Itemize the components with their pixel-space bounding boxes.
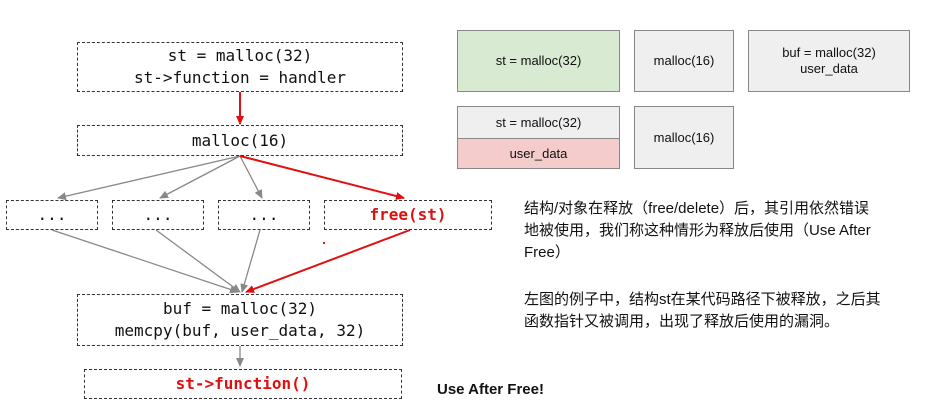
arrow-branch-1-to-box4 bbox=[51, 229, 239, 294]
diagram-canvas: st = malloc(32) st->function = handler m… bbox=[0, 0, 925, 412]
explanation-paragraph-1: 结构/对象在释放（free/delete）后，其引用依然错误地被使用，我们称这种… bbox=[524, 200, 871, 261]
footer-title: Use After Free! bbox=[437, 381, 544, 398]
arrow-to-branch-2 bbox=[159, 155, 241, 199]
branch-box-1: ... bbox=[6, 200, 98, 230]
mem-split-top-label: st = malloc(32) bbox=[495, 114, 582, 130]
branch-box-1-label: ... bbox=[37, 205, 67, 224]
box-alloc-st: st = malloc(32) st->function = handler bbox=[77, 42, 403, 92]
branch-box-2-label: ... bbox=[143, 205, 173, 224]
mem-row2-malloc16: malloc(16) bbox=[634, 106, 734, 169]
box-malloc16-label: malloc(16) bbox=[191, 130, 289, 150]
box-malloc16: malloc(16) bbox=[77, 125, 403, 156]
box-buf-memcpy-line1: buf = malloc(32) bbox=[162, 299, 318, 318]
mem-st-malloc32-label: st = malloc(32) bbox=[495, 53, 582, 68]
branch-box-free-label: free(st) bbox=[369, 205, 447, 224]
box-call-function-label: st->function() bbox=[175, 374, 311, 393]
arrow-branch-3-to-box4 bbox=[240, 229, 261, 293]
mem-buf-userdata-label: user_data bbox=[800, 61, 858, 76]
mem-buf-malloc32-label: buf = malloc(32) bbox=[782, 45, 876, 60]
mem-row2-malloc16-label: malloc(16) bbox=[653, 129, 715, 145]
explanation-paragraph-2: 左图的例子中，结构st在某代码路径下被释放，之后其函数指针又被调用，出现了释放后… bbox=[524, 291, 881, 330]
mem-buf-malloc32: buf = malloc(32) user_data bbox=[748, 30, 910, 92]
arrow-to-free-branch bbox=[239, 155, 405, 200]
box-call-function: st->function() bbox=[84, 369, 402, 399]
arrow-to-branch-1 bbox=[57, 155, 241, 201]
box-alloc-st-line1: st = malloc(32) bbox=[167, 46, 313, 65]
mem-malloc16: malloc(16) bbox=[634, 30, 734, 92]
branch-box-3-label: ... bbox=[249, 205, 279, 224]
box-alloc-st-line2: st->function = handler bbox=[134, 68, 346, 87]
mem-split-bottom-label: user_data bbox=[509, 145, 568, 161]
arrow-to-branch-3 bbox=[239, 155, 263, 199]
box-buf-memcpy-line2: memcpy(buf, user_data, 32) bbox=[114, 321, 366, 340]
mem-split-bottom: user_data bbox=[457, 138, 620, 169]
mem-split-top: st = malloc(32) bbox=[457, 106, 620, 139]
branch-box-3: ... bbox=[218, 200, 310, 230]
arrow-free-to-box4 bbox=[245, 229, 411, 293]
mem-st-malloc32: st = malloc(32) bbox=[457, 30, 620, 92]
arrow-branch-2-to-box4 bbox=[155, 229, 241, 293]
box-buf-memcpy: buf = malloc(32) memcpy(buf, user_data, … bbox=[77, 294, 403, 346]
red-dot-mark bbox=[323, 242, 325, 244]
branch-box-free: free(st) bbox=[324, 200, 492, 230]
branch-box-2: ... bbox=[112, 200, 204, 230]
mem-malloc16-label: malloc(16) bbox=[653, 53, 715, 68]
